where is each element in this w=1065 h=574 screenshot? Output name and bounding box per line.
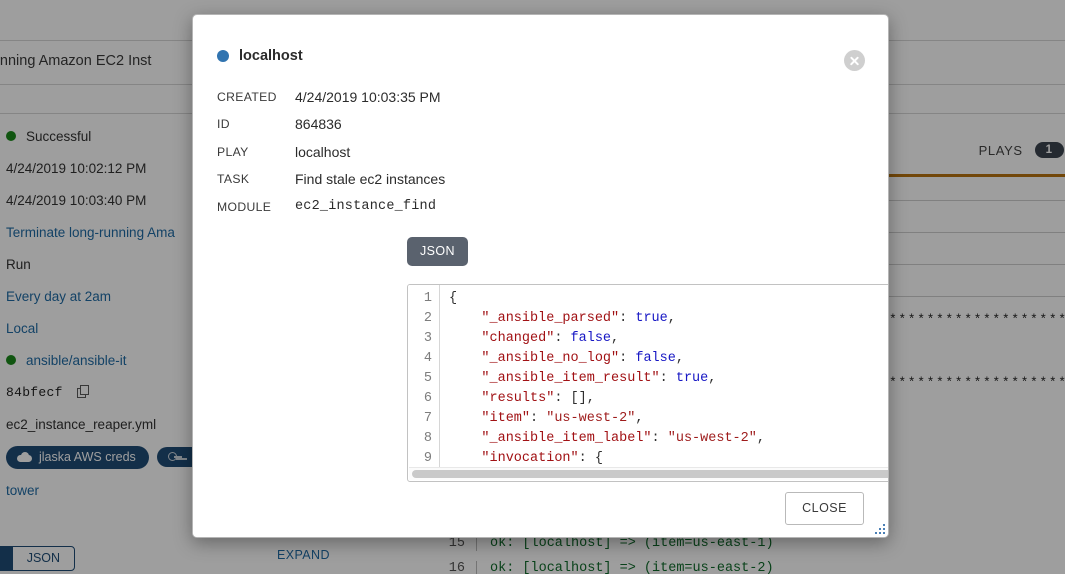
meta-row-id: ID 864836 [217,111,857,139]
code-line: { [449,289,889,309]
code-token-punct: , [708,371,716,386]
code-token-punct: , [757,431,765,446]
code-line-number: 1 [408,289,432,309]
code-token-punct: , [676,351,684,366]
code-line: "_ansible_parsed": true, [449,309,889,329]
meta-row-module: MODULE ec2_instance_find [217,193,857,221]
code-line: "invocation": { [449,449,889,467]
json-code-viewer[interactable]: 123456789 { "_ansible_parsed": true, "ch… [407,284,889,482]
close-button[interactable]: CLOSE [785,492,864,525]
code-token-key: "_ansible_no_log" [449,351,619,366]
modal-metadata: CREATED 4/24/2019 10:03:35 PM ID 864836 … [217,83,857,221]
code-token-punct: : [554,331,570,346]
code-token-punct: : [619,311,635,326]
code-token-bool: true [635,311,667,326]
meta-value-id: 864836 [295,116,342,132]
meta-label-created: CREATED [217,90,295,104]
code-token-key: "invocation" [449,451,579,466]
code-line: "_ansible_item_result": true, [449,369,889,389]
code-token-str: "us-west-2" [546,411,635,426]
code-horizontal-scroll-thumb[interactable] [412,470,889,478]
code-token-punct: : { [579,451,603,466]
meta-row-play: PLAY localhost [217,138,857,166]
code-line: "results": [], [449,389,889,409]
code-content: { "_ansible_parsed": true, "changed": fa… [440,285,889,467]
code-token-key: "_ansible_parsed" [449,311,619,326]
code-token-punct: : [619,351,635,366]
code-token-punct: : [], [554,391,595,406]
code-token-punct: , [611,331,619,346]
code-token-key: "item" [449,411,530,426]
json-toggle-button[interactable]: JSON [407,237,468,266]
code-token-str: "us-west-2" [668,431,757,446]
code-line-number: 8 [408,429,432,449]
code-line-number: 3 [408,329,432,349]
host-event-modal: localhost CREATED 4/24/2019 10:03:35 PM … [192,14,889,538]
meta-label-module: MODULE [217,200,295,214]
modal-title-text: localhost [239,48,303,64]
code-token-bool: false [635,351,676,366]
meta-value-module: ec2_instance_find [295,199,436,214]
code-token-punct: : [530,411,546,426]
code-line-number: 4 [408,349,432,369]
code-token-key: "results" [449,391,554,406]
code-gutter: 123456789 [408,285,440,467]
code-line: "item": "us-west-2", [449,409,889,429]
code-token-key: "_ansible_item_result" [449,371,660,386]
modal-footer: CLOSE [193,483,888,537]
meta-value-play: localhost [295,144,350,160]
code-line: "_ansible_no_log": false, [449,349,889,369]
host-status-dot-icon [217,50,229,62]
code-token-punct: , [668,311,676,326]
app-root: ong-running Amazon EC2 Inst Successful 4… [0,0,1065,574]
code-token-bool: false [571,331,612,346]
code-token-bool: true [676,371,708,386]
meta-value-task: Find stale ec2 instances [295,171,445,187]
meta-label-id: ID [217,117,295,131]
code-line-number: 2 [408,309,432,329]
meta-row-created: CREATED 4/24/2019 10:03:35 PM [217,83,857,111]
close-icon[interactable] [844,50,865,71]
modal-title: localhost [217,48,303,64]
code-line: "_ansible_item_label": "us-west-2", [449,429,889,449]
code-inner: 123456789 { "_ansible_parsed": true, "ch… [408,285,889,467]
code-line: "changed": false, [449,329,889,349]
code-token-punct: { [449,291,457,306]
code-token-punct: : [660,371,676,386]
code-line-number: 9 [408,449,432,467]
meta-label-task: TASK [217,172,295,186]
code-token-punct: , [635,411,643,426]
code-token-key: "changed" [449,331,554,346]
code-token-key: "_ansible_item_label" [449,431,652,446]
code-horizontal-scrollbar[interactable] [409,467,889,480]
code-line-number: 7 [408,409,432,429]
resize-grip-icon[interactable] [873,522,885,534]
meta-label-play: PLAY [217,145,295,159]
meta-value-created: 4/24/2019 10:03:35 PM [295,89,441,105]
code-line-number: 6 [408,389,432,409]
code-line-number: 5 [408,369,432,389]
code-token-punct: : [652,431,668,446]
meta-row-task: TASK Find stale ec2 instances [217,166,857,194]
